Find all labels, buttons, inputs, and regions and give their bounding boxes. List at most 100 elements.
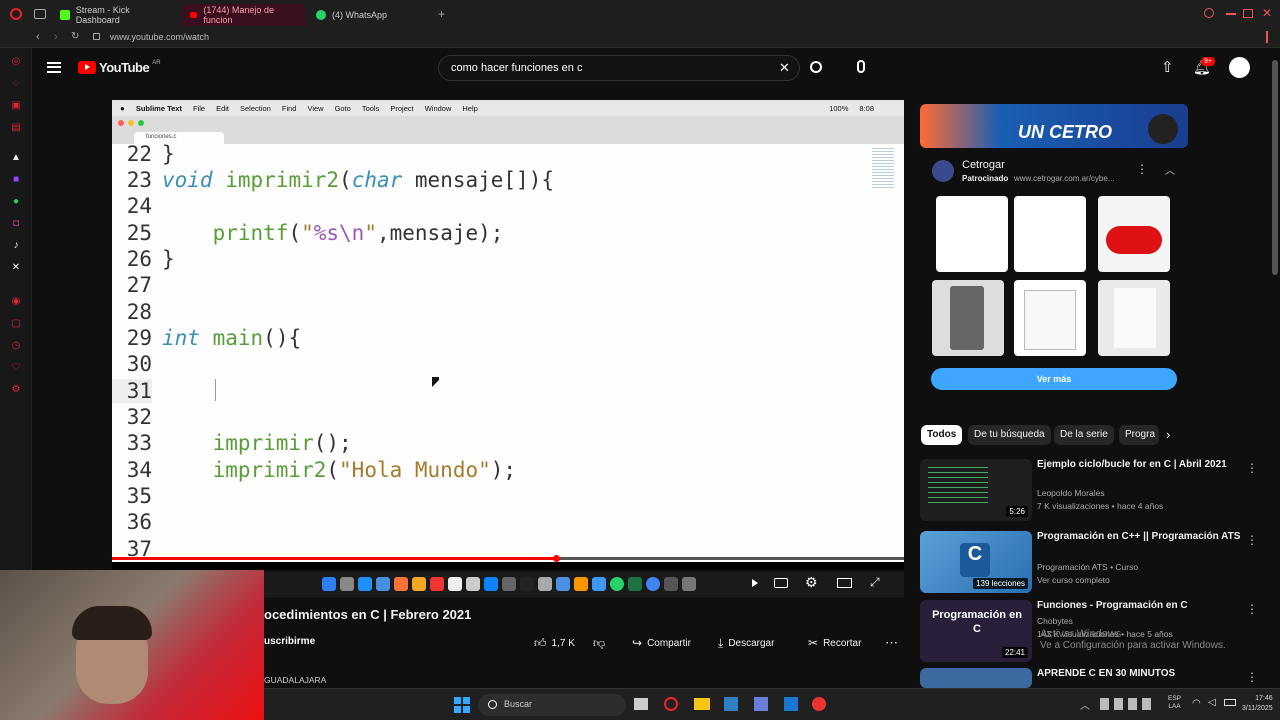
code-line-33: imprimir(); bbox=[212, 431, 352, 455]
tab-youtube[interactable]: (1744) Manejo de funcion bbox=[182, 4, 306, 26]
video-thumbnail[interactable]: 5:26 bbox=[920, 459, 1032, 521]
upload-icon[interactable]: ⇧ bbox=[1161, 58, 1174, 76]
product-fridge[interactable] bbox=[932, 280, 1004, 356]
clip-button[interactable]: ✂ Recortar bbox=[808, 634, 861, 652]
vscode-icon[interactable] bbox=[724, 697, 738, 711]
x-icon[interactable]: ✕ bbox=[10, 262, 22, 274]
whatsapp-sidebar-icon[interactable]: ● bbox=[10, 196, 22, 208]
page-scrollbar[interactable] bbox=[1272, 60, 1278, 275]
app-icon bbox=[538, 577, 552, 591]
trash-icon bbox=[682, 577, 696, 591]
theater-mode-icon[interactable] bbox=[837, 578, 852, 588]
reload-icon[interactable]: ↻ bbox=[71, 31, 79, 42]
more-actions-icon[interactable]: ⋮ bbox=[1246, 533, 1258, 547]
app-taskbar-icon[interactable] bbox=[812, 697, 826, 711]
url-field[interactable]: www.youtube.com/watch bbox=[110, 32, 209, 42]
more-actions-icon[interactable]: ⋮ bbox=[1246, 602, 1258, 616]
chip-from-search[interactable]: De tu búsqueda bbox=[968, 425, 1051, 445]
tab-kick[interactable]: Stream - Kick Dashboard bbox=[52, 4, 182, 26]
opera-logo-icon[interactable] bbox=[10, 8, 22, 20]
progress-scrubber[interactable] bbox=[552, 555, 560, 562]
battery-icon[interactable] bbox=[1224, 699, 1236, 706]
youtube-logo[interactable]: YouTube AR bbox=[78, 60, 161, 75]
subtitles-icon[interactable] bbox=[774, 578, 788, 588]
product-trimmer[interactable] bbox=[1014, 196, 1086, 272]
app-taskbar-icon[interactable] bbox=[754, 697, 768, 711]
recommendation-item[interactable]: 5:26 Ejemplo ciclo/bucle for en C | Abri… bbox=[920, 459, 1270, 525]
avatar[interactable] bbox=[1229, 57, 1250, 78]
close-window-icon[interactable]: ✕ bbox=[1262, 6, 1272, 20]
more-options-icon[interactable]: ⋯ bbox=[885, 634, 898, 652]
advertiser-name[interactable]: Cetrogar bbox=[962, 159, 1005, 171]
more-actions-icon[interactable]: ⋮ bbox=[1246, 670, 1258, 684]
new-tab-button[interactable]: + bbox=[438, 7, 445, 21]
product-appliance[interactable] bbox=[1098, 280, 1170, 356]
recommendation-item[interactable]: C 139 lecciones Programación en C++ || P… bbox=[920, 531, 1270, 597]
more-actions-icon[interactable]: ⋮ bbox=[1246, 461, 1258, 475]
sidebar-feature-icon[interactable]: ▤ bbox=[10, 122, 22, 134]
settings-gear-icon[interactable]: ⚙ bbox=[805, 574, 818, 591]
play-icon[interactable] bbox=[752, 579, 758, 587]
taskbar-search[interactable]: Buscar bbox=[478, 694, 626, 716]
instagram-icon[interactable]: ◘ bbox=[10, 218, 22, 230]
share-button[interactable]: ↪ Compartir bbox=[632, 634, 691, 652]
text-cursor bbox=[215, 379, 216, 401]
settings-icon[interactable]: ⚙ bbox=[10, 384, 22, 396]
sidebar-feature-icon[interactable]: ◉ bbox=[10, 296, 22, 308]
aria-icon[interactable]: ▲ bbox=[10, 152, 22, 164]
history-icon[interactable]: ◷ bbox=[10, 340, 22, 352]
sidebar-feature-icon[interactable]: ▣ bbox=[10, 100, 22, 112]
clock[interactable]: 17:46 3/11/2025 bbox=[1242, 694, 1273, 714]
video-thumbnail[interactable] bbox=[920, 668, 1032, 688]
language-indicator[interactable]: ESP LAA bbox=[1168, 695, 1181, 711]
ad-banner[interactable]: UN CETRO bbox=[920, 104, 1188, 148]
search-tabs-icon[interactable] bbox=[1204, 8, 1214, 18]
like-button[interactable]: 👍︎ 1,7 K bbox=[534, 634, 575, 652]
sidebar-toggle-icon[interactable] bbox=[1266, 31, 1268, 43]
explorer-icon[interactable] bbox=[694, 698, 710, 710]
chip-all[interactable]: Todos bbox=[921, 425, 963, 445]
recommendation-item[interactable]: APRENDE C EN 30 MINUTOS ⋮ bbox=[920, 668, 1270, 688]
forward-icon[interactable]: › bbox=[54, 31, 58, 43]
product-oven[interactable] bbox=[1014, 280, 1086, 356]
clear-search-icon[interactable]: ✕ bbox=[779, 60, 790, 76]
see-more-button[interactable]: Ver más bbox=[931, 368, 1177, 390]
back-icon[interactable]: ‹ bbox=[36, 31, 40, 43]
product-drill[interactable] bbox=[936, 196, 1008, 272]
task-view-icon[interactable] bbox=[634, 698, 648, 710]
chevron-right-icon[interactable]: › bbox=[1166, 427, 1170, 442]
chip-programming[interactable]: Progra bbox=[1119, 425, 1159, 445]
minimize-icon[interactable] bbox=[1226, 13, 1236, 15]
thumbs-down-icon[interactable]: 👎︎ bbox=[593, 634, 605, 652]
product-compressor[interactable] bbox=[1098, 196, 1170, 272]
sidebar-feature-icon[interactable]: ▢ bbox=[10, 318, 22, 330]
tray-icons[interactable] bbox=[1100, 698, 1152, 710]
opera-taskbar-icon[interactable] bbox=[664, 697, 678, 711]
tab-whatsapp[interactable]: (4) WhatsApp bbox=[308, 4, 432, 26]
windows-start-icon[interactable] bbox=[454, 697, 470, 713]
tab-manager-icon[interactable] bbox=[34, 9, 46, 19]
download-button[interactable]: ⤓ Descargar bbox=[718, 634, 774, 652]
search-icon[interactable] bbox=[810, 61, 822, 73]
video-thumbnail[interactable]: Programación en C 22:41 bbox=[920, 600, 1032, 662]
code-line-34: imprimir2("Hola Mundo"); bbox=[212, 458, 517, 482]
maximize-icon[interactable] bbox=[1243, 9, 1253, 18]
app-taskbar-icon[interactable] bbox=[784, 697, 798, 711]
playlist-thumbnail[interactable]: C 139 lecciones bbox=[920, 531, 1032, 593]
network-icon[interactable]: ◠ bbox=[1192, 698, 1201, 709]
search-input[interactable]: como hacer funciones en c bbox=[438, 55, 800, 81]
subscribe-button[interactable]: uscribirme bbox=[264, 636, 315, 647]
collapse-icon[interactable]: ︿ bbox=[1165, 162, 1175, 177]
tiktok-icon[interactable]: ♪ bbox=[10, 240, 22, 252]
chip-series[interactable]: De la serie bbox=[1054, 425, 1114, 445]
sidebar-feature-icon[interactable]: ◎ bbox=[10, 56, 22, 68]
sidebar-feature-icon[interactable]: ◌ bbox=[10, 78, 22, 90]
microphone-icon[interactable] bbox=[857, 60, 865, 73]
sidebar-feature-icon[interactable]: ♡ bbox=[10, 362, 22, 374]
tray-chevron-icon[interactable]: ︿ bbox=[1080, 697, 1090, 712]
sponsored-ad[interactable]: UN CETRO Cetrogar Patrocinado www.cetrog… bbox=[920, 100, 1188, 402]
ad-more-icon[interactable]: ⋮ bbox=[1136, 162, 1148, 176]
twitch-icon[interactable]: ■ bbox=[10, 174, 22, 186]
volume-icon[interactable]: ◁ bbox=[1208, 697, 1216, 708]
fullscreen-icon[interactable]: ⤢ bbox=[870, 575, 880, 590]
